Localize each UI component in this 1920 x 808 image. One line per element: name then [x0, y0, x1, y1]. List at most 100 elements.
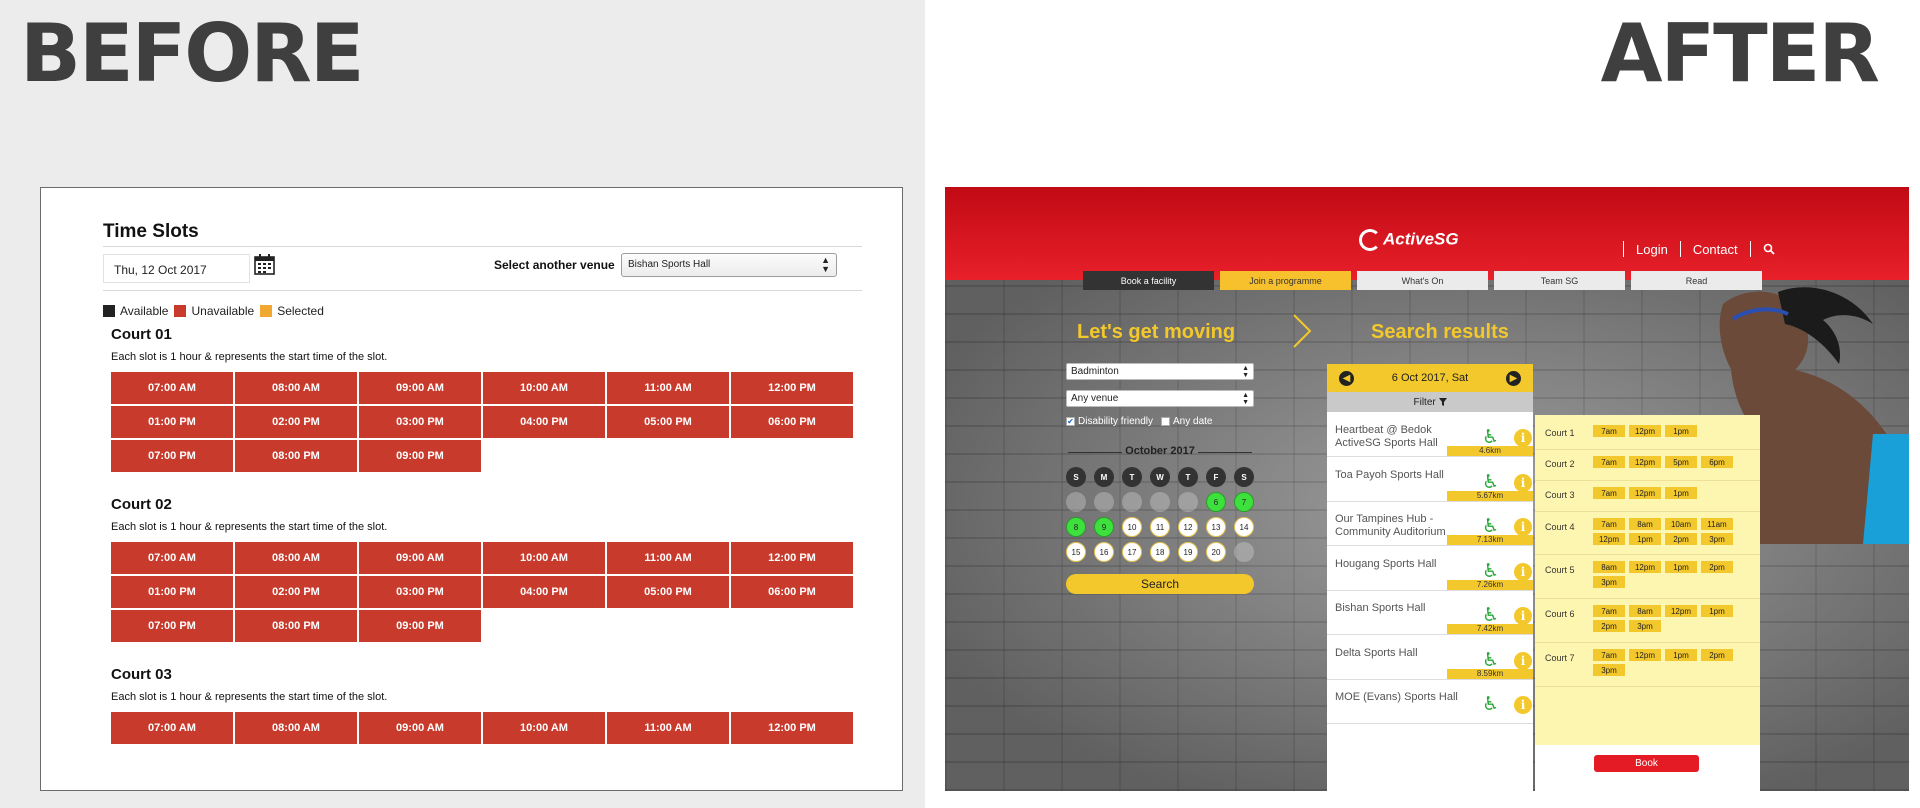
time-slot-button[interactable]: 01:00 PM [111, 406, 233, 438]
calendar-day[interactable]: 6 [1206, 492, 1226, 512]
time-slot-button[interactable]: 12:00 PM [731, 372, 853, 404]
court-time-chip[interactable]: 12pm [1665, 605, 1697, 617]
court-time-chip[interactable]: 7am [1593, 456, 1625, 468]
court-time-chip[interactable]: 3pm [1593, 664, 1625, 676]
court-time-chip[interactable]: 7am [1593, 487, 1625, 499]
calendar-icon[interactable] [254, 254, 275, 275]
time-slot-button[interactable]: 07:00 PM [111, 610, 233, 642]
tab-book-facility[interactable]: Book a facility [1083, 271, 1214, 290]
calendar-day[interactable]: 15 [1066, 542, 1086, 562]
time-slot-button[interactable]: 12:00 PM [731, 542, 853, 574]
calendar-day[interactable]: 9 [1094, 517, 1114, 537]
time-slot-button[interactable]: 06:00 PM [731, 406, 853, 438]
time-slot-button[interactable]: 08:00 AM [235, 542, 357, 574]
prev-day-icon[interactable]: ◀ [1339, 371, 1354, 386]
time-slot-button[interactable]: 03:00 PM [359, 576, 481, 608]
court-time-chip[interactable]: 1pm [1701, 605, 1733, 617]
time-slot-button[interactable]: 12:00 PM [731, 712, 853, 744]
calendar-day[interactable]: 11 [1150, 517, 1170, 537]
tab-team-sg[interactable]: Team SG [1494, 271, 1625, 290]
time-slot-button[interactable]: 07:00 AM [111, 542, 233, 574]
time-slot-button[interactable]: 07:00 AM [111, 372, 233, 404]
tab-join-programme[interactable]: Join a programme [1220, 271, 1351, 290]
court-time-chip[interactable]: 1pm [1665, 487, 1697, 499]
court-time-chip[interactable]: 12pm [1629, 456, 1661, 468]
venue-result-row[interactable]: Our Tampines Hub - Community Auditorium ♿… [1327, 503, 1533, 546]
time-slot-button[interactable]: 03:00 PM [359, 406, 481, 438]
calendar-day[interactable]: 20 [1206, 542, 1226, 562]
info-icon[interactable]: i [1514, 518, 1532, 536]
calendar-day[interactable]: 13 [1206, 517, 1226, 537]
contact-link[interactable]: Contact [1693, 242, 1738, 257]
time-slot-button[interactable]: 02:00 PM [235, 406, 357, 438]
time-slot-button[interactable]: 10:00 AM [483, 372, 605, 404]
time-slot-button[interactable]: 07:00 AM [111, 712, 233, 744]
calendar-day[interactable]: 16 [1094, 542, 1114, 562]
time-slot-button[interactable]: 09:00 AM [359, 542, 481, 574]
venue-result-row[interactable]: Delta Sports Hall ♿ i 8.59km [1327, 637, 1533, 680]
sport-select[interactable]: Badminton ▲ ▼ [1066, 363, 1254, 380]
court-time-chip[interactable]: 3pm [1629, 620, 1661, 632]
court-time-chip[interactable]: 3pm [1593, 576, 1625, 588]
court-time-chip[interactable]: 8am [1593, 561, 1625, 573]
time-slot-button[interactable]: 07:00 PM [111, 440, 233, 472]
time-slot-button[interactable]: 06:00 PM [731, 576, 853, 608]
info-icon[interactable]: i [1514, 473, 1532, 492]
court-time-chip[interactable]: 7am [1593, 518, 1625, 530]
next-day-icon[interactable]: ▶ [1506, 371, 1521, 386]
court-time-chip[interactable]: 1pm [1629, 533, 1661, 545]
time-slot-button[interactable]: 11:00 AM [607, 372, 729, 404]
calendar-day[interactable]: 7 [1234, 492, 1254, 512]
time-slot-button[interactable]: 09:00 PM [359, 440, 481, 472]
venue-result-row[interactable]: MOE (Evans) Sports Hall ♿ i [1327, 681, 1533, 724]
filter-button[interactable]: Filter [1327, 392, 1533, 412]
time-slot-button[interactable]: 11:00 AM [607, 712, 729, 744]
venue-result-row[interactable]: Bishan Sports Hall ♿ i 7.42km [1327, 592, 1533, 635]
book-button[interactable]: Book [1594, 755, 1699, 772]
time-slot-button[interactable]: 09:00 AM [359, 712, 481, 744]
time-slot-button[interactable]: 02:00 PM [235, 576, 357, 608]
court-time-chip[interactable]: 5pm [1665, 456, 1697, 468]
info-icon[interactable]: i [1514, 429, 1532, 447]
disability-checkbox[interactable]: ✔ Disability friendly [1066, 416, 1153, 427]
court-time-chip[interactable]: 12pm [1629, 561, 1661, 573]
info-icon[interactable]: i [1514, 651, 1532, 670]
time-slot-button[interactable]: 10:00 AM [483, 712, 605, 744]
calendar-day[interactable]: 18 [1150, 542, 1170, 562]
court-time-chip[interactable]: 6pm [1701, 456, 1733, 468]
time-slot-button[interactable]: 09:00 PM [359, 610, 481, 642]
court-time-chip[interactable]: 11am [1701, 518, 1733, 530]
venue-result-row[interactable]: Toa Payoh Sports Hall ♿ i 5.67km [1327, 459, 1533, 502]
court-time-chip[interactable]: 8am [1629, 518, 1661, 530]
time-slot-button[interactable]: 10:00 AM [483, 542, 605, 574]
calendar-day[interactable]: 12 [1178, 517, 1198, 537]
time-slot-button[interactable]: 04:00 PM [483, 576, 605, 608]
info-icon[interactable]: i [1514, 562, 1532, 581]
venue-result-row[interactable]: Heartbeat @ Bedok ActiveSG Sports Hall ♿ i… [1327, 414, 1533, 457]
venue-filter-select[interactable]: Any venue ▲ ▼ [1066, 390, 1254, 407]
calendar-day[interactable]: 17 [1122, 542, 1142, 562]
time-slot-button[interactable]: 08:00 PM [235, 610, 357, 642]
calendar-day[interactable]: 10 [1122, 517, 1142, 537]
time-slot-button[interactable]: 08:00 AM [235, 712, 357, 744]
time-slot-button[interactable]: 05:00 PM [607, 406, 729, 438]
court-time-chip[interactable]: 1pm [1665, 561, 1697, 573]
time-slot-button[interactable]: 04:00 PM [483, 406, 605, 438]
login-link[interactable]: Login [1636, 242, 1668, 257]
date-field[interactable]: Thu, 12 Oct 2017 [103, 254, 250, 283]
court-time-chip[interactable]: 2pm [1665, 533, 1697, 545]
time-slot-button[interactable]: 09:00 AM [359, 372, 481, 404]
info-icon[interactable]: i [1514, 696, 1532, 714]
court-time-chip[interactable]: 7am [1593, 605, 1625, 617]
calendar-day[interactable]: 14 [1234, 517, 1254, 537]
court-time-chip[interactable]: 2pm [1701, 561, 1733, 573]
court-time-chip[interactable]: 7am [1593, 649, 1625, 661]
venue-result-row[interactable]: Hougang Sports Hall ♿ i 7.26km [1327, 548, 1533, 591]
court-time-chip[interactable]: 2pm [1701, 649, 1733, 661]
court-time-chip[interactable]: 1pm [1665, 649, 1697, 661]
court-time-chip[interactable]: 12pm [1629, 649, 1661, 661]
court-time-chip[interactable]: 7am [1593, 425, 1625, 437]
court-time-chip[interactable]: 12pm [1593, 533, 1625, 545]
any-date-checkbox[interactable]: Any date [1161, 416, 1212, 427]
time-slot-button[interactable]: 05:00 PM [607, 576, 729, 608]
